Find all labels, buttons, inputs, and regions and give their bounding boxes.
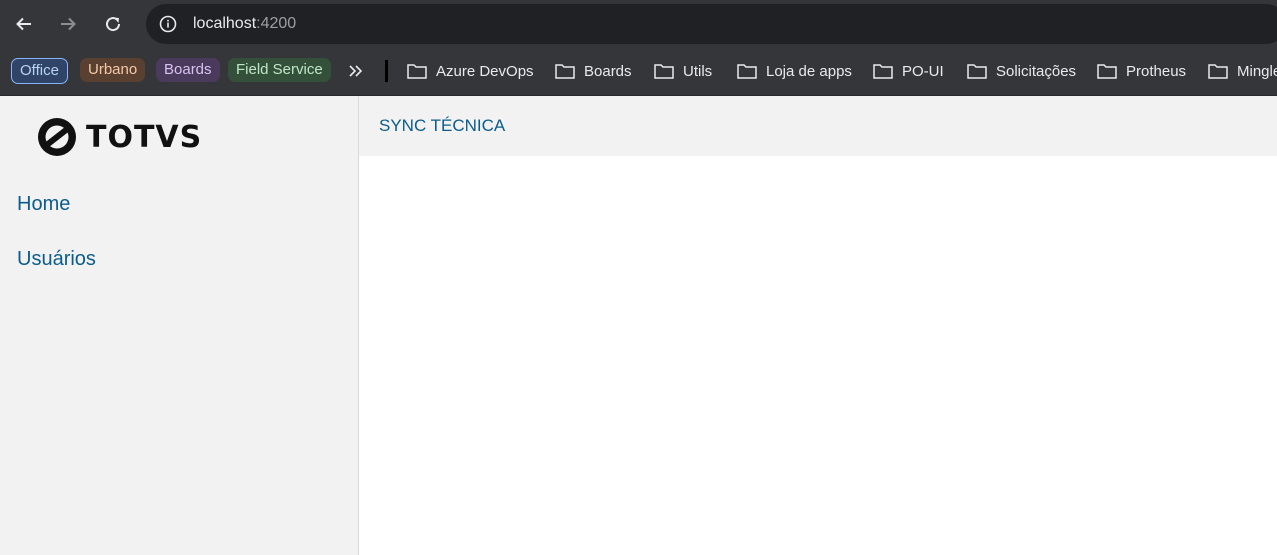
bookmarks-separator [385, 60, 388, 82]
bookmark-group-field-service[interactable]: Field Service [228, 58, 331, 82]
url-port: :4200 [256, 15, 297, 32]
reload-button[interactable] [97, 8, 129, 40]
totvs-logo-icon [38, 118, 76, 156]
bookmark-folder-label: Azure DevOps [436, 62, 534, 80]
bookmark-group-boards[interactable]: Boards [156, 58, 220, 82]
folder-icon [1097, 64, 1117, 79]
folder-icon [555, 64, 575, 79]
bookmark-group-urbano[interactable]: Urbano [80, 58, 146, 82]
url-host: localhost [193, 15, 257, 32]
bookmark-folder-mingle[interactable]: Mingle [1208, 59, 1277, 83]
totvs-logo[interactable]: TOTVS [37, 117, 202, 157]
menu-item-usuarios[interactable]: Usuários [17, 248, 96, 271]
bookmarks-bar: Office Urbano Boards Field Service Azure… [0, 48, 1277, 96]
bookmark-folder-po-ui[interactable]: PO-UI [873, 59, 944, 83]
arrow-right-icon [61, 17, 76, 31]
bookmark-folder-label: Boards [584, 62, 632, 80]
folder-icon [1208, 64, 1228, 79]
menu-item-home[interactable]: Home [17, 193, 70, 216]
sidebar: TOTVS Home Usuários [0, 96, 359, 555]
bookmark-folder-label: Utils [683, 62, 713, 80]
page-header: SYNC TÉCNICA [359, 96, 1277, 156]
bookmark-folder-utils[interactable]: Utils [654, 59, 712, 83]
browser-toolbar: localhost:4200 [0, 0, 1277, 48]
bookmark-folder-label: Mingle [1237, 62, 1277, 80]
double-chevron-right-icon [349, 65, 363, 77]
bookmark-folder-protheus[interactable]: Protheus [1097, 59, 1186, 83]
bookmark-folder-azure-devops[interactable]: Azure DevOps [407, 59, 534, 83]
folder-icon [967, 64, 987, 79]
page-title: SYNC TÉCNICA [379, 116, 506, 135]
arrow-left-icon [16, 17, 31, 31]
bookmark-group-office[interactable]: Office [11, 58, 68, 84]
folder-icon [737, 64, 757, 79]
folder-icon [654, 64, 674, 79]
url-text: localhost:4200 [193, 15, 296, 33]
logo-text: TOTVS [86, 119, 203, 155]
bookmark-folder-label: PO-UI [902, 62, 944, 80]
folder-icon [873, 64, 893, 79]
bookmark-folder-loja-de-apps[interactable]: Loja de apps [737, 59, 852, 83]
bookmark-folder-label: Loja de apps [766, 62, 852, 80]
bookmark-folder-label: Solicitações [996, 62, 1077, 80]
back-button[interactable] [8, 8, 40, 40]
bookmark-folder-boards[interactable]: Boards [555, 59, 632, 83]
bookmark-folder-solicitacoes[interactable]: Solicitações [967, 59, 1076, 83]
more-bookmarks-button[interactable] [344, 59, 368, 83]
site-info-icon[interactable] [158, 14, 178, 34]
bookmark-folder-label: Protheus [1126, 62, 1187, 80]
main-content [359, 156, 1277, 555]
address-bar[interactable]: localhost:4200 [146, 4, 1277, 44]
reload-icon [106, 17, 121, 32]
folder-icon [407, 64, 427, 79]
forward-button[interactable] [52, 8, 84, 40]
